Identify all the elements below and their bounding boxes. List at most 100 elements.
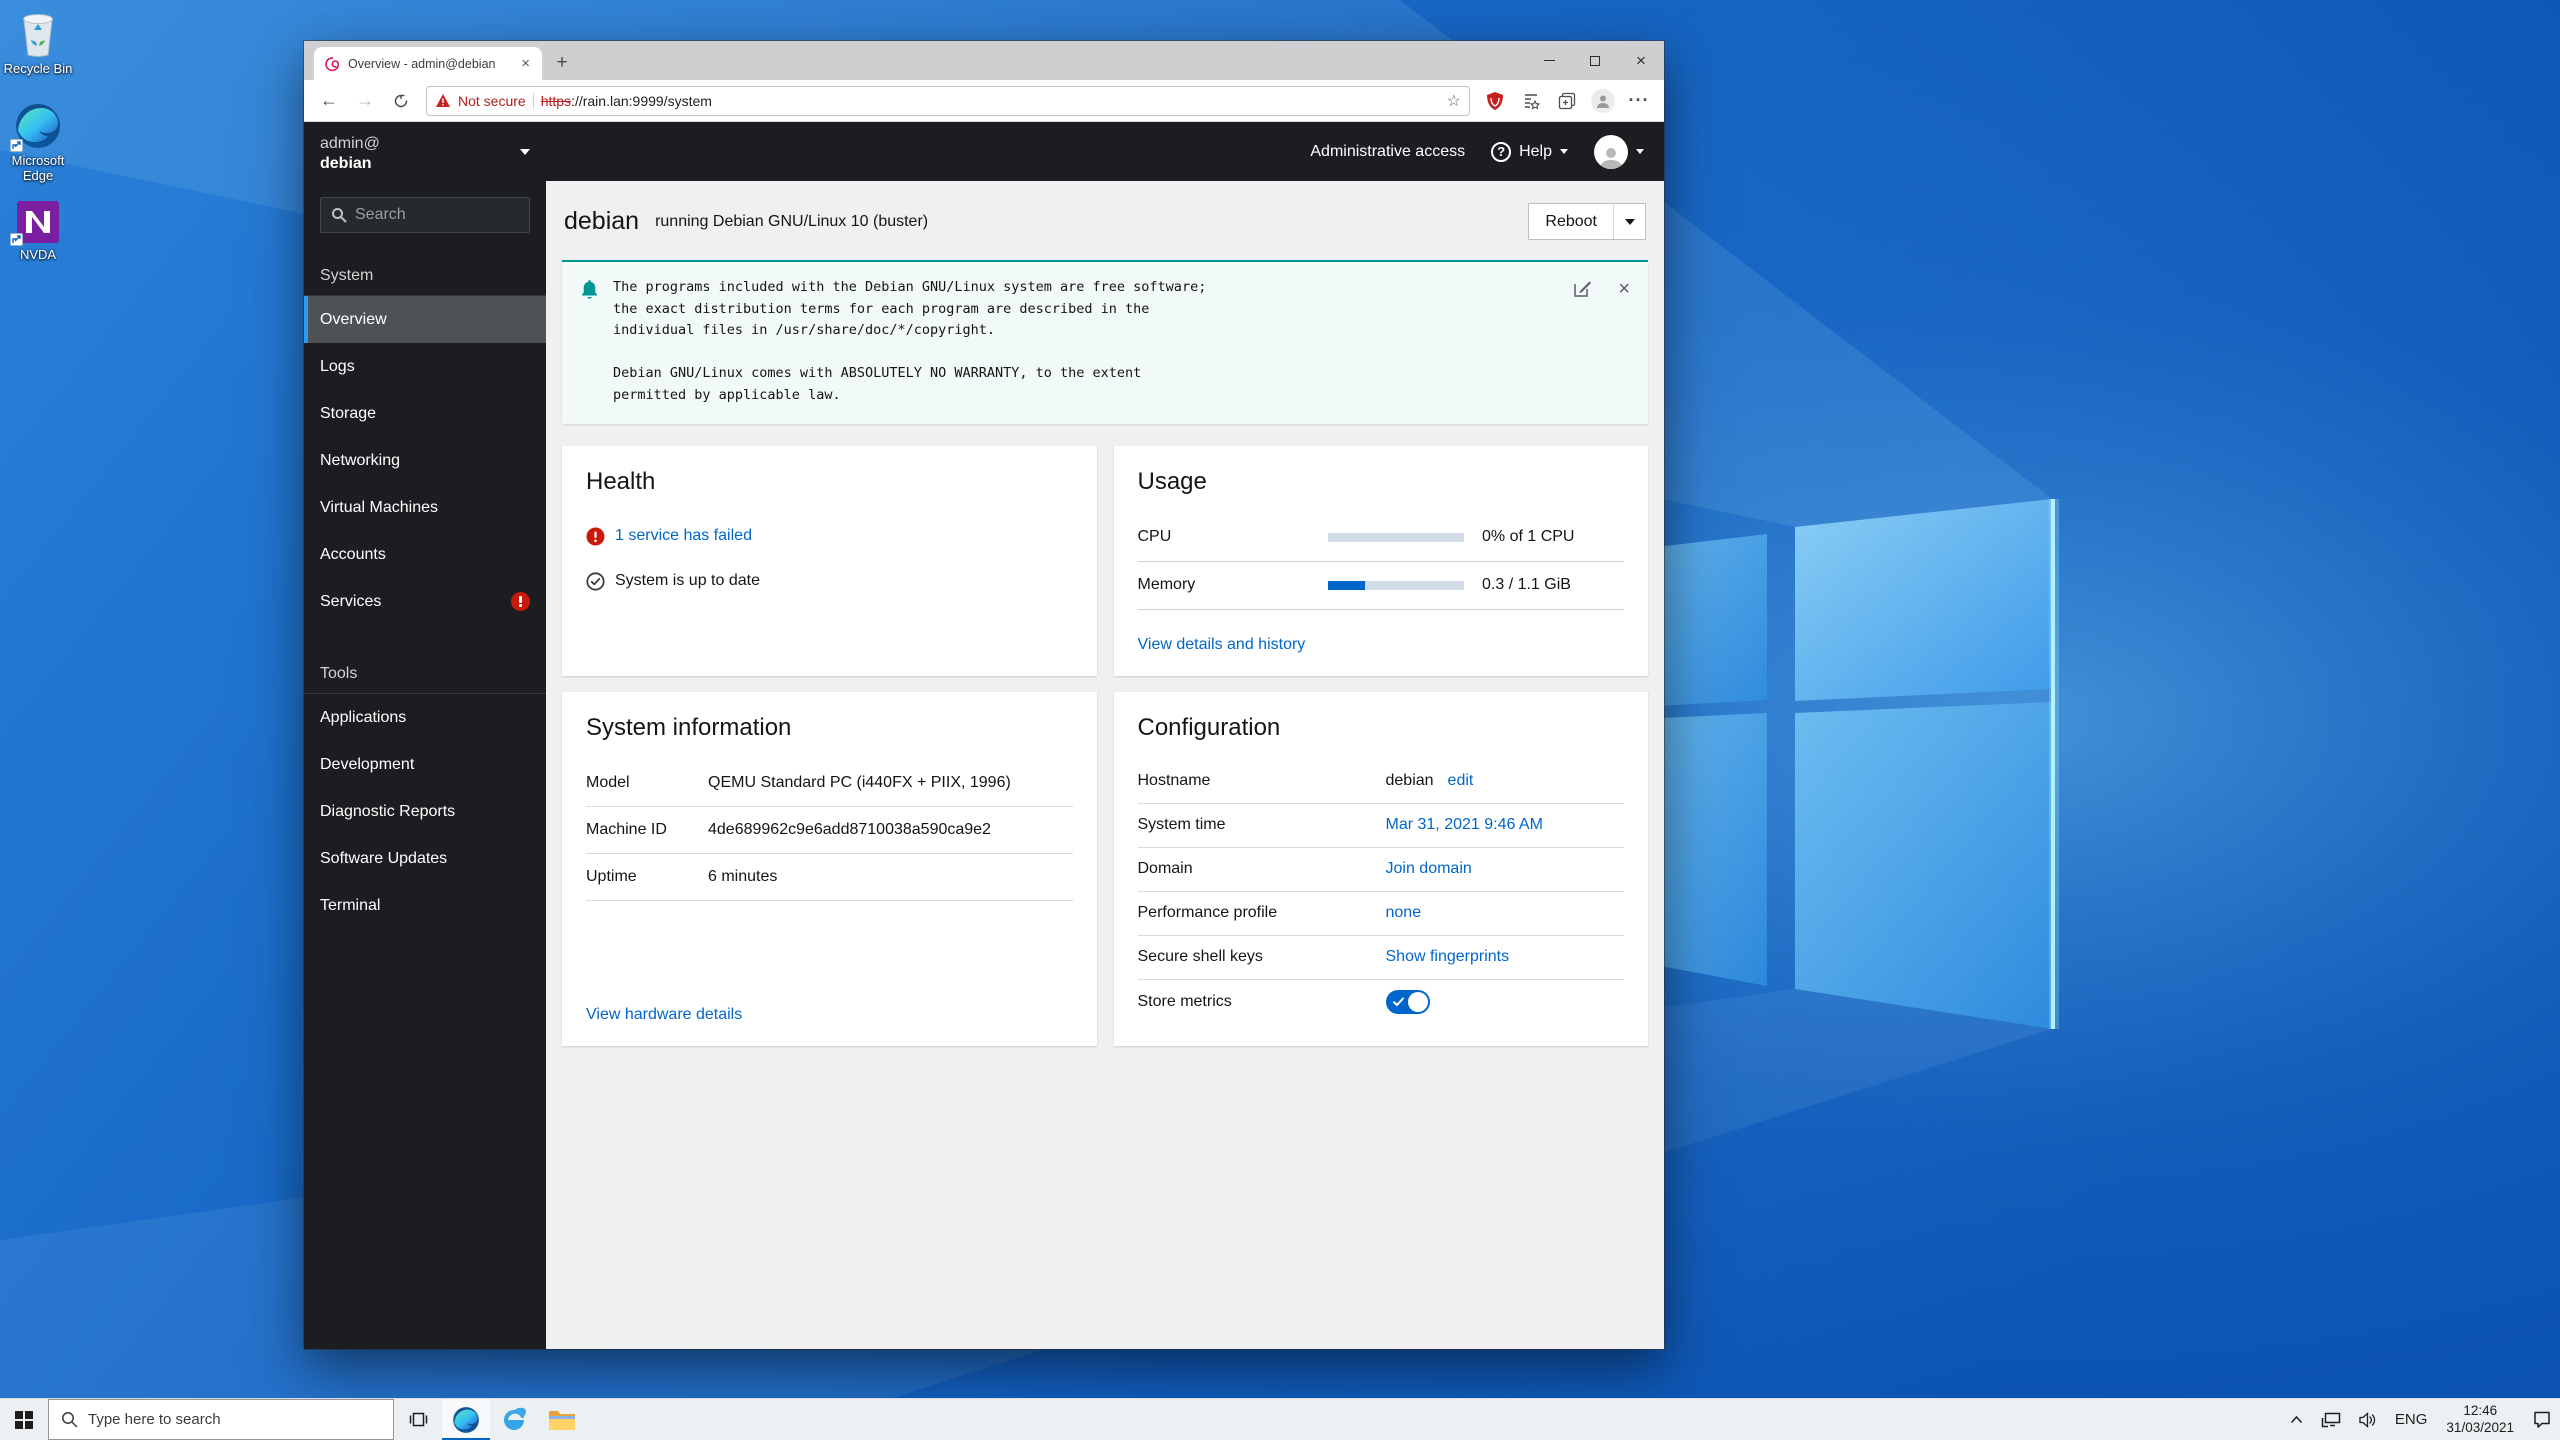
windows-logo-icon <box>15 1411 33 1429</box>
window-close-button[interactable]: × <box>1618 41 1664 80</box>
administrative-access-button[interactable]: Administrative access <box>1310 143 1465 161</box>
cockpit-app: admin@ debian System Overview Logs <box>304 122 1664 1349</box>
sidebar-item-development[interactable]: Development <box>304 741 546 788</box>
reboot-button[interactable]: Reboot <box>1529 204 1613 239</box>
card-title: Usage <box>1138 468 1625 496</box>
card-title: Configuration <box>1138 714 1625 742</box>
tab-close-icon[interactable]: × <box>517 55 534 72</box>
system-time-row: System time Mar 31, 2021 9:46 AM <box>1138 804 1625 848</box>
desktop-icon-microsoft-edge[interactable]: Microsoft Edge <box>0 98 80 184</box>
search-input[interactable] <box>355 206 505 224</box>
sidebar-item-storage[interactable]: Storage <box>304 390 546 437</box>
sidebar-item-networking[interactable]: Networking <box>304 437 546 484</box>
sidebar-item-virtual-machines[interactable]: Virtual Machines <box>304 484 546 531</box>
host-user: admin@ <box>320 135 520 153</box>
page-header: debian running Debian GNU/Linux 10 (bust… <box>564 203 1646 240</box>
tray-clock[interactable]: 12:46 31/03/2021 <box>2436 1403 2524 1437</box>
tray-network-icon[interactable] <box>2312 1399 2350 1440</box>
close-banner-icon[interactable]: × <box>1618 279 1630 299</box>
forward-button[interactable]: → <box>350 86 380 116</box>
reboot-menu-toggle[interactable] <box>1613 204 1645 239</box>
configuration-card: Configuration Hostname debian edit Syste… <box>1114 692 1649 1046</box>
domain-row: Domain Join domain <box>1138 848 1625 892</box>
error-circle-icon <box>586 527 605 546</box>
collections-icon[interactable] <box>1552 86 1582 116</box>
window-controls: × <box>1526 41 1664 80</box>
back-button[interactable]: ← <box>314 86 344 116</box>
sidebar-search[interactable] <box>320 197 530 233</box>
ublock-extension-icon[interactable] <box>1480 86 1510 116</box>
tray-volume-icon[interactable] <box>2350 1399 2386 1440</box>
cockpit-masthead: Administrative access ? Help <box>546 122 1664 181</box>
browser-toolbar: ← → Not secure https://rain.lan:9999/sys… <box>304 80 1664 122</box>
page-subtitle: running Debian GNU/Linux 10 (buster) <box>655 213 928 231</box>
debian-favicon <box>324 56 340 72</box>
reboot-split-button: Reboot <box>1528 203 1646 240</box>
start-button[interactable] <box>0 1399 48 1440</box>
show-fingerprints-link[interactable]: Show fingerprints <box>1386 948 1510 966</box>
browser-tab[interactable]: Overview - admin@debian × <box>314 47 542 80</box>
taskbar-file-explorer-button[interactable] <box>538 1399 586 1440</box>
desktop-icon-recycle-bin[interactable]: Recycle Bin <box>0 6 80 77</box>
window-maximize-button[interactable] <box>1572 41 1618 80</box>
internet-explorer-icon <box>500 1406 528 1434</box>
sidebar-item-accounts[interactable]: Accounts <box>304 531 546 578</box>
url-text[interactable]: https://rain.lan:9999/system <box>541 93 712 109</box>
taskbar-internet-explorer-button[interactable] <box>490 1399 538 1440</box>
sidebar-item-logs[interactable]: Logs <box>304 343 546 390</box>
check-circle-icon <box>586 572 605 591</box>
help-icon: ? <box>1491 142 1511 162</box>
window-minimize-button[interactable] <box>1526 41 1572 80</box>
task-view-button[interactable] <box>394 1399 442 1440</box>
chevron-down-icon <box>520 149 530 155</box>
store-metrics-toggle[interactable] <box>1386 990 1430 1014</box>
tray-language-indicator[interactable]: ENG <box>2386 1399 2437 1440</box>
view-details-history-link[interactable]: View details and history <box>1138 636 1306 653</box>
taskbar-edge-button[interactable] <box>442 1399 490 1440</box>
search-icon <box>331 207 347 223</box>
edge-icon <box>0 98 80 150</box>
edit-banner-icon[interactable] <box>1573 279 1592 298</box>
add-favorite-icon[interactable]: ☆ <box>1447 91 1461 111</box>
sidebar-item-diagnostic-reports[interactable]: Diagnostic Reports <box>304 788 546 835</box>
sidebar-item-terminal[interactable]: Terminal <box>304 882 546 929</box>
action-center-icon[interactable] <box>2524 1399 2560 1440</box>
motd-banner: The programs included with the Debian GN… <box>562 260 1648 424</box>
session-menu[interactable] <box>1594 135 1644 169</box>
favorites-icon[interactable] <box>1516 86 1546 116</box>
sidebar-section-tools: Tools Applications Development Diagnosti… <box>304 659 546 929</box>
browser-profile-avatar[interactable] <box>1588 86 1618 116</box>
recycle-bin-icon <box>0 6 80 58</box>
browser-menu-icon[interactable]: ··· <box>1624 86 1654 116</box>
view-hardware-details-link[interactable]: View hardware details <box>586 1006 742 1023</box>
section-title: Tools <box>304 659 546 694</box>
performance-profile-link[interactable]: none <box>1386 904 1422 922</box>
windows-taskbar: Type here to search <box>0 1398 2560 1440</box>
overview-page: debian running Debian GNU/Linux 10 (bust… <box>546 181 1664 1349</box>
address-bar[interactable]: Not secure https://rain.lan:9999/system … <box>426 86 1470 116</box>
section-title: System <box>304 261 546 296</box>
sidebar-item-services[interactable]: Services <box>304 578 546 625</box>
card-title: Health <box>586 468 1073 496</box>
taskbar-search-placeholder: Type here to search <box>88 1411 221 1428</box>
help-menu[interactable]: ? Help <box>1491 142 1568 162</box>
tray-chevron-up-icon[interactable] <box>2281 1399 2312 1440</box>
sidebar-item-software-updates[interactable]: Software Updates <box>304 835 546 882</box>
join-domain-link[interactable]: Join domain <box>1386 860 1472 878</box>
sidebar-item-overview[interactable]: Overview <box>304 296 546 343</box>
file-explorer-icon <box>548 1408 576 1432</box>
desktop-icon-nvda[interactable]: NVDA <box>0 192 80 263</box>
edit-hostname-link[interactable]: edit <box>1448 772 1474 790</box>
services-alert-badge <box>511 592 530 611</box>
sidebar-item-applications[interactable]: Applications <box>304 694 546 741</box>
usage-card: Usage CPU 0% of 1 CPU Memory 0.3 / 1.1 G… <box>1114 446 1649 676</box>
new-tab-button[interactable]: + <box>548 49 576 77</box>
host-switcher[interactable]: admin@ debian <box>304 122 546 183</box>
taskbar-search[interactable]: Type here to search <box>48 1399 394 1440</box>
system-time-link[interactable]: Mar 31, 2021 9:46 AM <box>1386 816 1543 834</box>
tray-time: 12:46 <box>2446 1403 2514 1420</box>
not-secure-label[interactable]: Not secure <box>458 93 526 109</box>
motd-text: The programs included with the Debian GN… <box>613 277 1573 407</box>
refresh-button[interactable] <box>386 86 416 116</box>
failed-service-link[interactable]: 1 service has failed <box>615 527 752 545</box>
